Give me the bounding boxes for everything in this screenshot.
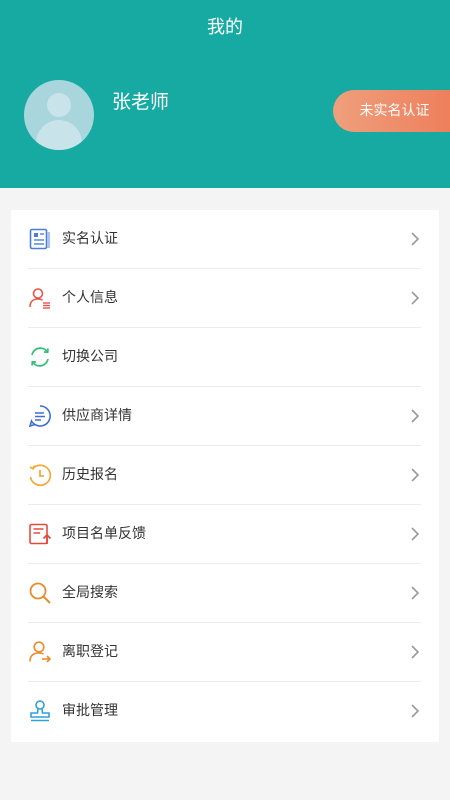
chevron-right-icon xyxy=(411,527,420,541)
menu-item-label: 实名认证 xyxy=(62,231,118,247)
menu-item-supplier-details[interactable]: 供应商详情 xyxy=(28,387,421,446)
approval-stamp-icon xyxy=(30,700,50,722)
menu-item-project-list-feedback[interactable]: 项目名单反馈 xyxy=(28,505,421,564)
chevron-right-icon xyxy=(411,291,420,305)
menu-item-label: 审批管理 xyxy=(62,703,118,719)
menu-item-real-name-auth[interactable]: 实名认证 xyxy=(28,210,421,269)
menu-item-resignation-register[interactable]: 离职登记 xyxy=(28,623,421,682)
menu-item-approval-management[interactable]: 审批管理 xyxy=(28,682,421,741)
menu-item-label: 历史报名 xyxy=(62,467,118,483)
avatar-head xyxy=(47,93,71,117)
feedback-list-icon xyxy=(29,523,52,545)
menu-item-label: 个人信息 xyxy=(62,290,118,306)
menu-item-label: 供应商详情 xyxy=(62,408,132,424)
search-icon xyxy=(29,582,51,604)
menu-item-label: 全局搜索 xyxy=(62,585,118,601)
profile-header: 我的 张老师 未实名认证 xyxy=(0,0,450,188)
menu-item-global-search[interactable]: 全局搜索 xyxy=(28,564,421,623)
chevron-right-icon xyxy=(411,586,420,600)
chevron-right-icon xyxy=(411,409,420,423)
chevron-right-icon xyxy=(411,468,420,482)
user-info-icon xyxy=(29,288,50,309)
menu-item-label: 项目名单反馈 xyxy=(62,526,146,542)
menu-item-label: 离职登记 xyxy=(62,644,118,660)
chevron-right-icon xyxy=(411,704,420,718)
page-title: 我的 xyxy=(207,17,243,38)
message-icon xyxy=(28,405,51,428)
switch-icon xyxy=(31,347,49,367)
avatar-body xyxy=(36,120,82,150)
resign-user-icon xyxy=(29,641,52,663)
menu-item-switch-company[interactable]: 切换公司 xyxy=(28,328,421,387)
avatar[interactable] xyxy=(24,80,94,150)
menu-item-personal-info[interactable]: 个人信息 xyxy=(28,269,421,328)
history-clock-icon xyxy=(29,464,52,487)
chevron-right-icon xyxy=(411,645,420,659)
menu-item-label: 切换公司 xyxy=(62,349,118,365)
id-card-icon xyxy=(29,228,50,250)
menu-list: 实名认证 个人信息 切换公司 供应商详情 历史报名 项目名单反馈 全局搜索 离职… xyxy=(11,210,439,742)
menu-item-history-signup[interactable]: 历史报名 xyxy=(28,446,421,505)
chevron-right-icon xyxy=(411,232,420,246)
username: 张老师 xyxy=(112,91,170,113)
verify-identity-button[interactable]: 未实名认证 xyxy=(333,90,450,132)
